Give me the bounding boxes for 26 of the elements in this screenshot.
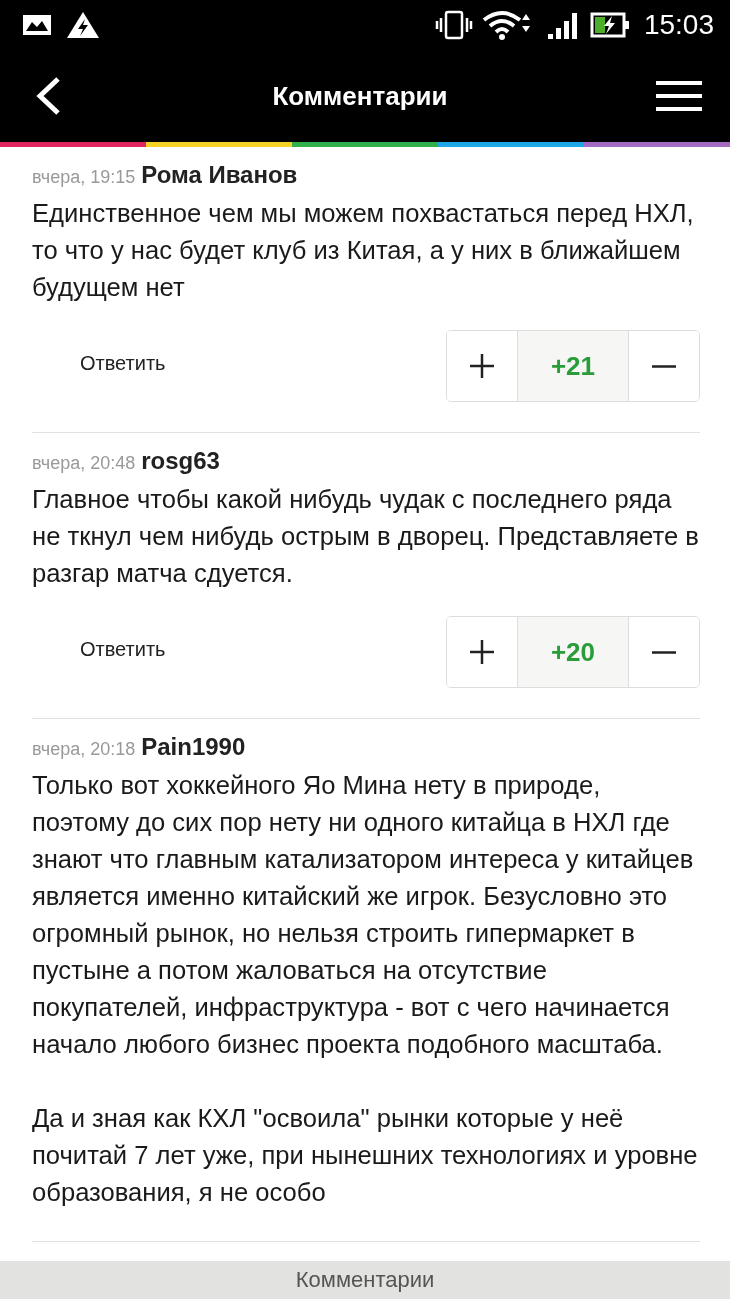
bottom-bar-label: Комментарии (295, 1267, 435, 1293)
battery-charging-icon (589, 12, 630, 38)
screen-title: Комментарии (272, 80, 448, 112)
minus-icon (651, 364, 677, 368)
comment-text: Только вот хоккейного Яо Мина нету в природе, поэтому до сих пор нету ни одного китайца в НХЛ где знают что главным катализатором интереса у китайцев является именно китайский же игрок. Безусловно это огромный рынок, но нельзя строить гипермаркет в пустыне а потом жаловаться на отсутствие покупателей, инфраструктура - вот с чего начинается начало любого бизнес проекта подобного масштаба. (32, 770, 695, 1060)
clock-time: 15:03 (643, 9, 714, 41)
reply-link[interactable]: Ответить (32, 351, 166, 375)
comment-time: вчера, 20:18 (32, 739, 136, 760)
warning-bolt-icon (66, 11, 100, 39)
comment-text: Да и зная как КХЛ "освоила" рынки которые у неё почитай 7 лет уже, при нынешних технологиях и уровне образования, я не особо (32, 1103, 699, 1208)
vibrate-icon (433, 10, 474, 40)
comment-time: вчера, 19:15 (32, 167, 136, 188)
comment-author[interactable]: Рома Иванов (141, 161, 298, 189)
comment-text: Главное чтобы какой нибудь чудак с последнего ряда не ткнул чем нибудь острым в дворец. Представляете в разгар матча сдуется. (32, 484, 700, 589)
comment-author[interactable]: Pain1990 (141, 733, 246, 761)
score-count: +21 (517, 331, 629, 401)
score-count: +20 (517, 617, 629, 687)
plus-icon (469, 353, 495, 379)
reply-link[interactable]: Ответить (32, 637, 166, 661)
menu-icon[interactable] (656, 80, 702, 112)
comment-author[interactable]: rosg63 (141, 447, 220, 475)
minus-icon (651, 650, 677, 654)
plus-icon (469, 639, 495, 665)
image-icon (22, 14, 52, 36)
comment-text: Единственное чем мы можем похвастаться перед НХЛ, то что у нас будет клуб из Китая, а у них в ближайшем будущем нет (32, 198, 695, 303)
comment-time: вчера, 20:48 (32, 453, 136, 474)
